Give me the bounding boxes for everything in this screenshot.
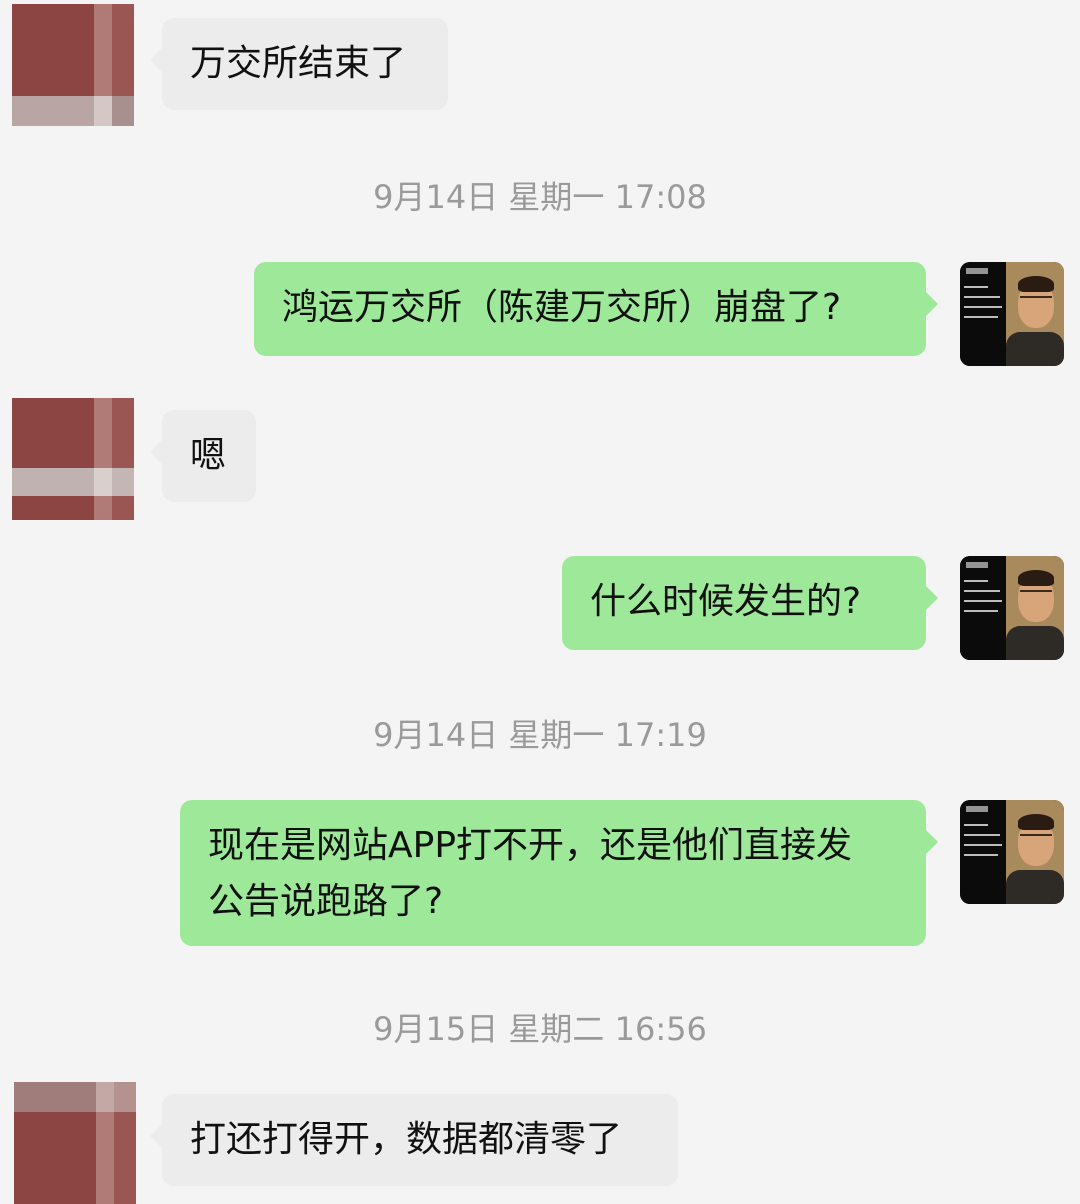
chat-history: 万交所结束了 9月14日 星期一 17:08 鸿运万交所（陈建万交所）崩盘了? …	[0, 0, 1080, 1204]
message-timestamp: 9月14日 星期一 17:08	[373, 178, 707, 216]
contact-avatar[interactable]	[14, 1082, 136, 1204]
bubble-tail	[926, 292, 938, 316]
bubble-tail	[150, 1124, 162, 1148]
message-text: 什么时候发生的?	[590, 581, 862, 622]
message-text: 万交所结束了	[190, 43, 407, 84]
self-avatar[interactable]	[960, 262, 1064, 366]
message-text-line: 公告说跑路了?	[208, 881, 444, 922]
bubble-tail	[926, 586, 938, 610]
message-bubble-received[interactable]: 嗯	[150, 410, 256, 502]
message-text: 鸿运万交所（陈建万交所）崩盘了?	[282, 287, 842, 328]
self-avatar[interactable]	[960, 800, 1064, 904]
bubble-tail	[150, 440, 162, 464]
message-bubble-sent[interactable]: 鸿运万交所（陈建万交所）崩盘了?	[254, 262, 938, 356]
message-bubble-received[interactable]: 万交所结束了	[150, 18, 448, 110]
message-text: 打还打得开，数据都清零了	[190, 1119, 623, 1160]
message-text-line: 现在是网站APP打不开，还是他们直接发	[208, 825, 853, 866]
contact-avatar[interactable]	[12, 4, 134, 126]
self-avatar[interactable]	[960, 556, 1064, 660]
message-timestamp: 9月15日 星期二 16:56	[373, 1010, 707, 1048]
message-bubble-sent[interactable]: 现在是网站APP打不开，还是他们直接发 公告说跑路了?	[180, 800, 938, 946]
bubble-tail	[926, 830, 938, 854]
message-text: 嗯	[190, 435, 227, 476]
bubble-tail	[150, 48, 162, 72]
message-timestamp: 9月14日 星期一 17:19	[373, 716, 707, 754]
contact-avatar[interactable]	[12, 398, 134, 520]
message-bubble-received[interactable]: 打还打得开，数据都清零了	[150, 1094, 678, 1186]
message-bubble-sent[interactable]: 什么时候发生的?	[562, 556, 938, 650]
